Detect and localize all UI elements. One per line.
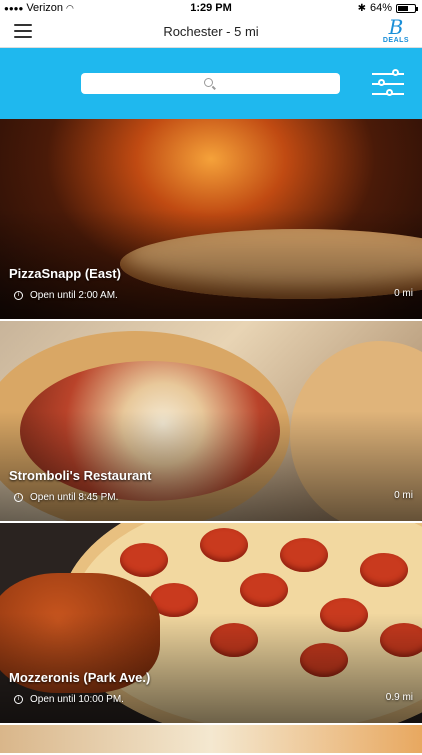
restaurant-name: PizzaSnapp (East) <box>9 266 121 281</box>
restaurant-hours: i Open until 10:00 PM. <box>14 694 124 705</box>
restaurant-hours: i Open until 2:00 AM. <box>14 290 118 301</box>
filter-knob <box>378 79 385 86</box>
bluetooth-icon: ✱ <box>357 2 366 14</box>
filter-button[interactable] <box>372 68 404 100</box>
restaurant-card[interactable]: Mozzeronis (Park Ave.) i Open until 10:0… <box>0 523 422 725</box>
hours-label: Open until 8:45 PM. <box>30 492 119 503</box>
nav-bar: Rochester - 5 mi B DEALS <box>0 16 422 48</box>
battery-percent: 64% <box>369 2 392 14</box>
search-input[interactable] <box>81 73 340 94</box>
restaurant-distance: 0 mi <box>394 490 413 501</box>
restaurant-list: PizzaSnapp (East) i Open until 2:00 AM. … <box>0 119 422 755</box>
search-band <box>0 48 422 119</box>
status-bar: ●●●● Verizon ◠ 1:29 PM ✱ 64% <box>0 0 422 16</box>
restaurant-photo <box>0 725 422 753</box>
restaurant-card[interactable]: Stromboli's Restaurant i Open until 8:45… <box>0 321 422 523</box>
restaurant-distance: 0.9 mi <box>385 692 413 703</box>
restaurant-card[interactable]: PizzaSnapp (East) i Open until 2:00 AM. … <box>0 119 422 321</box>
filter-line <box>372 83 404 85</box>
info-icon: i <box>14 695 23 704</box>
hours-label: Open until 2:00 AM. <box>30 290 118 301</box>
logo-text: DEALS <box>382 37 410 44</box>
restaurant-name: Stromboli's Restaurant <box>9 468 152 483</box>
deals-logo[interactable]: B DEALS <box>382 17 410 47</box>
restaurant-distance: 0 mi <box>394 288 413 299</box>
battery-icon <box>396 3 418 13</box>
restaurant-hours: i Open until 8:45 PM. <box>14 492 118 503</box>
info-icon: i <box>14 493 23 502</box>
location-title[interactable]: Rochester - 5 mi <box>0 24 422 39</box>
filter-knob <box>392 69 399 76</box>
restaurant-card-partial[interactable] <box>0 725 422 755</box>
info-icon: i <box>14 291 23 300</box>
battery-group: ✱ 64% <box>357 2 418 14</box>
restaurant-name: Mozzeronis (Park Ave.) <box>9 670 151 685</box>
hours-label: Open until 10:00 PM. <box>30 694 124 705</box>
logo-letter: B <box>388 15 404 39</box>
search-icon <box>204 78 213 87</box>
filter-knob <box>386 89 393 96</box>
filter-line <box>372 73 404 75</box>
